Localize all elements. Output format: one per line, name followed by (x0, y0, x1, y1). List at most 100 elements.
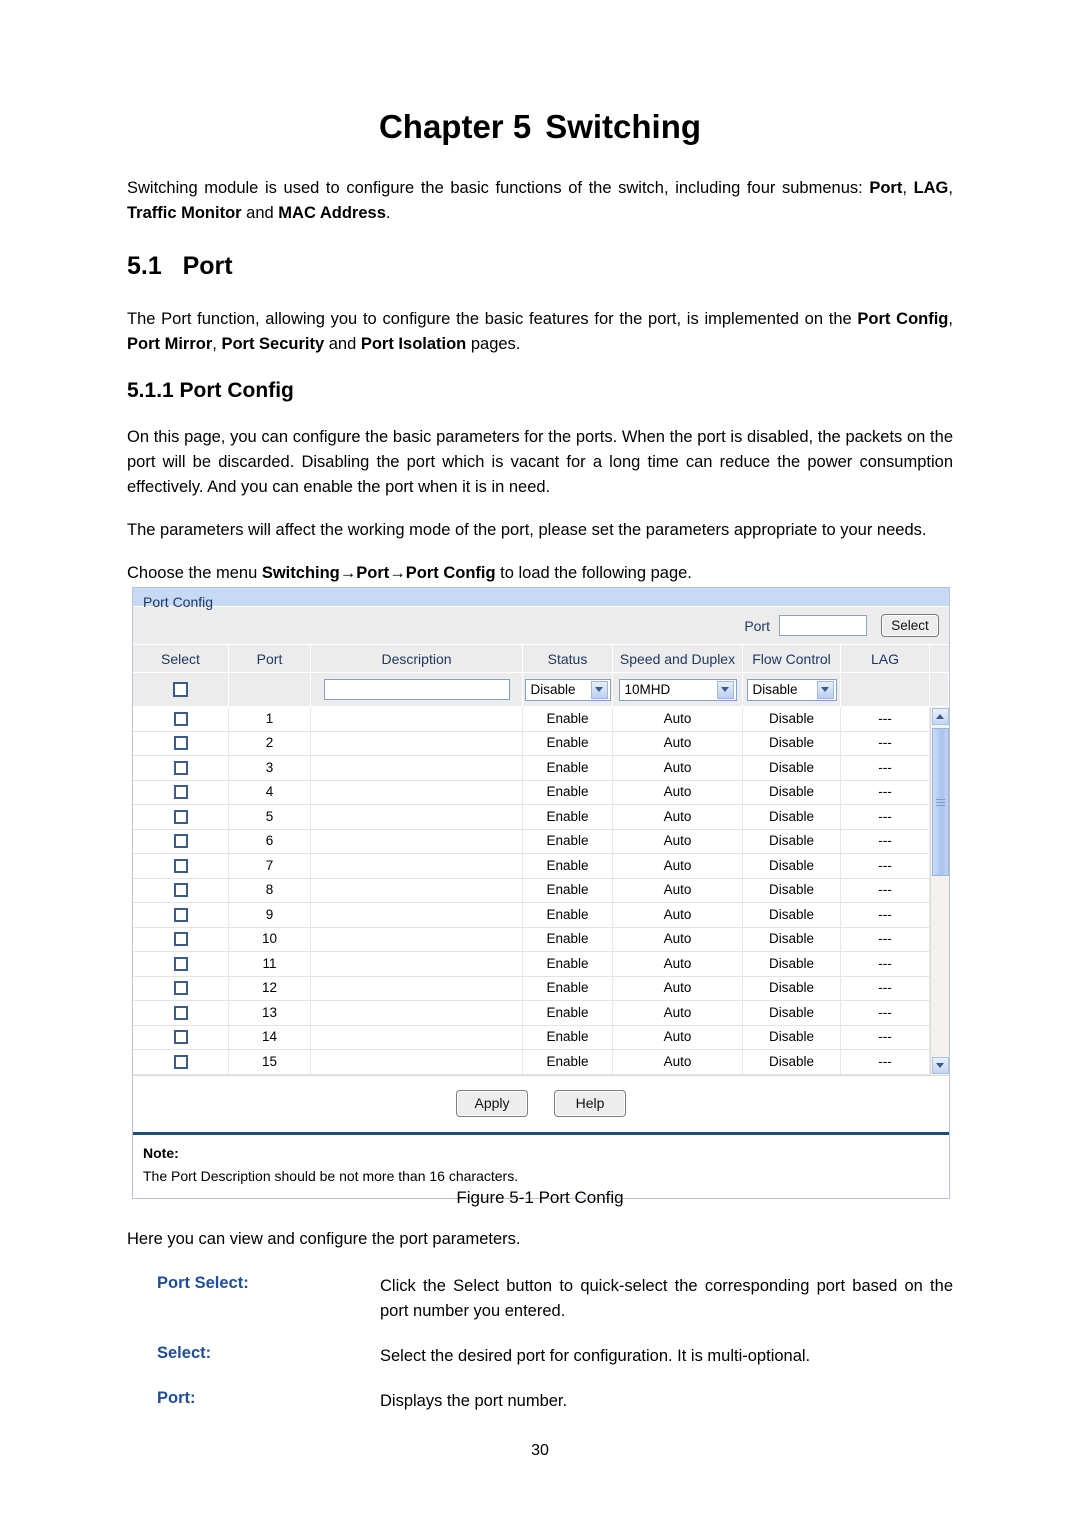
definition-description: Click the Select button to quick-select … (380, 1277, 953, 1320)
row-port-number: 14 (229, 1025, 311, 1050)
table-row[interactable]: 3 Enable Auto Disable --- (133, 755, 930, 781)
column-header-status: Status (523, 644, 613, 673)
row-checkbox[interactable] (173, 858, 188, 873)
help-button[interactable]: Help (554, 1090, 626, 1117)
row-checkbox[interactable] (173, 736, 188, 751)
scrollbar-track[interactable] (931, 726, 949, 1056)
filter-port-cell (229, 672, 311, 707)
apply-button[interactable]: Apply (456, 1090, 528, 1117)
table-scrollbar[interactable] (930, 707, 949, 1075)
column-header-description: Description (311, 644, 523, 673)
row-checkbox[interactable] (173, 932, 188, 947)
port-bold-config: Port Config (857, 310, 949, 328)
description-input[interactable] (323, 679, 510, 700)
row-speed-duplex: Auto (613, 853, 743, 878)
row-status: Enable (523, 1000, 613, 1025)
table-row[interactable]: 15 Enable Auto Disable --- (133, 1049, 930, 1075)
table-row[interactable]: 8 Enable Auto Disable --- (133, 878, 930, 903)
definition-description: Select the desired port for configuratio… (380, 1347, 811, 1365)
table-row[interactable]: 9 Enable Auto Disable --- (133, 902, 930, 928)
speed-duplex-select[interactable]: 10MHD (618, 678, 737, 701)
row-checkbox[interactable] (173, 809, 188, 824)
row-flow-control: Disable (743, 780, 841, 805)
row-lag: --- (841, 976, 930, 1001)
row-checkbox[interactable] (173, 981, 188, 996)
row-lag: --- (841, 780, 930, 805)
table-row[interactable]: 13 Enable Auto Disable --- (133, 1000, 930, 1026)
para3-menu-path: Switching→Port→Port Config (261, 564, 496, 582)
row-checkbox[interactable] (173, 785, 188, 800)
row-status: Enable (523, 706, 613, 731)
row-lag: --- (841, 731, 930, 756)
intro-paragraph: Switching module is used to configure th… (127, 176, 953, 226)
table-row[interactable]: 11 Enable Auto Disable --- (133, 951, 930, 977)
page-title: Chapter 5 Switching (127, 0, 953, 146)
filter-lag-cell (841, 672, 930, 707)
scrollbar-thumb[interactable] (931, 728, 949, 877)
table-row[interactable]: 12 Enable Auto Disable --- (133, 976, 930, 1001)
row-checkbox[interactable] (173, 907, 188, 922)
intro-bold-port: Port (869, 179, 903, 197)
intro-text-a: Switching module is used to configure th… (127, 179, 870, 197)
scroll-down-icon[interactable] (931, 1056, 949, 1074)
intro-bold-lag: LAG (913, 179, 949, 197)
table-row[interactable]: 4 Enable Auto Disable --- (133, 780, 930, 805)
row-checkbox[interactable] (173, 1005, 188, 1020)
table-rows: 1 Enable Auto Disable --- 2 Enable Auto Disable -… (133, 706, 930, 1075)
flow-control-select-value: Disable (752, 682, 798, 697)
row-flow-control: Disable (743, 878, 841, 903)
table-row[interactable]: 14 Enable Auto Disable --- (133, 1025, 930, 1050)
page-number: 30 (531, 1442, 549, 1459)
port-bold-security: Port Security (221, 335, 325, 353)
flow-control-select[interactable]: Disable (746, 678, 837, 701)
filter-speed-cell: 10MHD (613, 672, 743, 707)
row-status: Enable (523, 951, 613, 976)
figure-caption: Figure 5-1 Port Config (456, 1188, 624, 1207)
row-checkbox[interactable] (173, 956, 188, 971)
para3-text-c: to load the following page. (495, 564, 692, 582)
row-port-number: 9 (229, 902, 311, 927)
definition-list: Port Select: Click the Select button to q… (127, 1274, 953, 1414)
table-row[interactable]: 2 Enable Auto Disable --- (133, 731, 930, 756)
table-body: 1 Enable Auto Disable --- 2 Enable Auto Disable -… (133, 706, 949, 1075)
row-lag: --- (841, 902, 930, 927)
row-checkbox[interactable] (173, 834, 188, 849)
port-filter-input[interactable] (779, 615, 867, 636)
row-checkbox[interactable] (173, 1030, 188, 1045)
row-lag: --- (841, 804, 930, 829)
row-status: Enable (523, 780, 613, 805)
row-checkbox[interactable] (173, 1054, 188, 1069)
port-text-a: The Port function, allowing you to confi… (127, 310, 858, 328)
row-select-cell (133, 804, 229, 829)
select-button[interactable]: Select (881, 614, 939, 637)
row-select-cell (133, 976, 229, 1001)
row-description (311, 927, 523, 952)
row-speed-duplex: Auto (613, 1049, 743, 1074)
port-sep-4: pages. (466, 335, 521, 353)
definition-row: Select: Select the desired port for confi… (127, 1344, 953, 1369)
row-flow-control: Disable (743, 927, 841, 952)
scroll-up-icon[interactable] (931, 708, 949, 725)
table-row[interactable]: 6 Enable Auto Disable --- (133, 829, 930, 854)
status-select[interactable]: Disable (524, 678, 611, 701)
select-all-checkbox[interactable] (173, 682, 188, 697)
row-flow-control: Disable (743, 1025, 841, 1050)
table-row[interactable]: 1 Enable Auto Disable --- (133, 706, 930, 732)
table-row[interactable]: 5 Enable Auto Disable --- (133, 804, 930, 830)
column-header-lag: LAG (841, 644, 930, 673)
subsection-heading: 5.1.1 Port Config (127, 379, 294, 402)
row-checkbox[interactable] (173, 760, 188, 775)
section-heading: 5.1 Port (127, 252, 233, 280)
definition-term: Port: (157, 1389, 196, 1407)
row-lag: --- (841, 755, 930, 780)
row-port-number: 5 (229, 804, 311, 829)
row-speed-duplex: Auto (613, 976, 743, 1001)
row-flow-control: Disable (743, 829, 841, 854)
table-row[interactable]: 10 Enable Auto Disable --- (133, 927, 930, 952)
row-checkbox[interactable] (173, 711, 188, 726)
port-bold-mirror: Port Mirror (127, 335, 213, 353)
row-description (311, 780, 523, 805)
row-select-cell (133, 829, 229, 854)
table-row[interactable]: 7 Enable Auto Disable --- (133, 853, 930, 879)
row-checkbox[interactable] (173, 883, 188, 898)
